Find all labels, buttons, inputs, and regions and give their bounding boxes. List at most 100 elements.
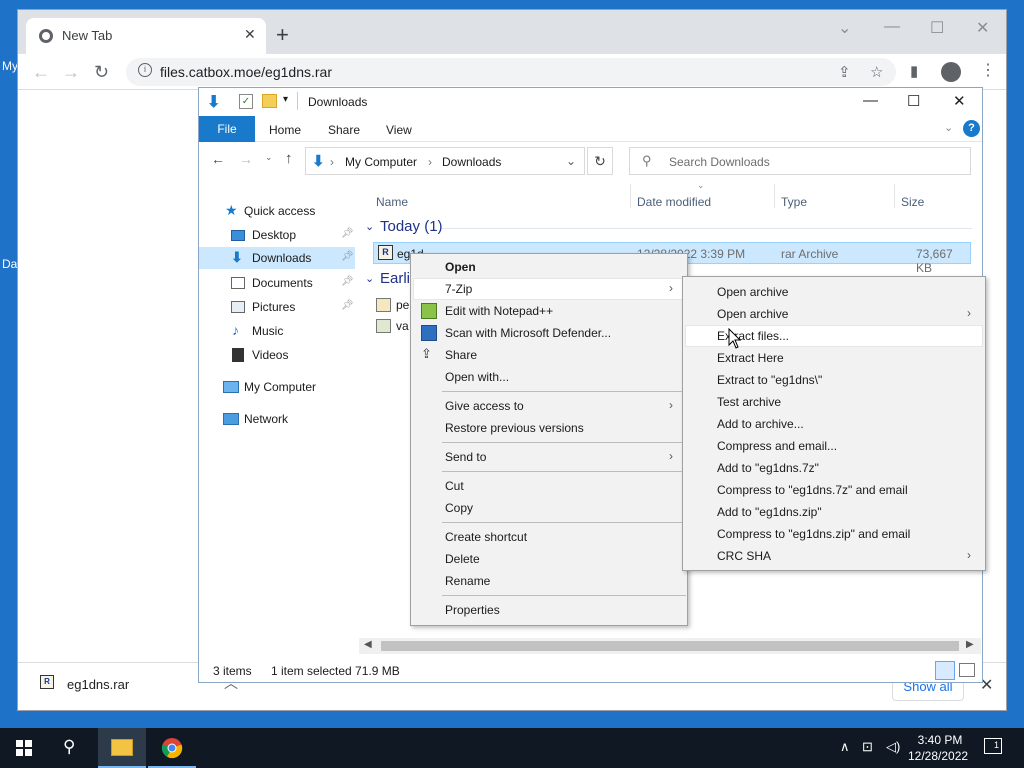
nav-videos[interactable]: Videos xyxy=(199,344,355,366)
large-icons-view-icon[interactable] xyxy=(959,663,975,677)
submenu-item-add-to-archive[interactable]: Add to archive... xyxy=(717,417,804,431)
nav-pictures[interactable]: Pictures 📌︎ xyxy=(199,296,355,318)
taskbar-file-explorer[interactable] xyxy=(98,728,146,768)
nav-desktop[interactable]: Desktop 📌︎ xyxy=(199,224,355,246)
tab-search-icon[interactable]: ⌄ xyxy=(838,18,851,38)
quick-access-dropdown-icon[interactable]: ▾ xyxy=(283,94,288,105)
menu-item-give-access[interactable]: Give access to xyxy=(445,399,524,413)
submenu-item-open-archive[interactable]: Open archive xyxy=(717,285,788,299)
menu-item-open[interactable]: Open xyxy=(445,260,476,274)
address-bar[interactable]: ⬇ › My Computer › Downloads ⌄ xyxy=(305,147,585,175)
scrollbar-thumb[interactable] xyxy=(381,641,959,651)
desktop-icon-label[interactable]: Da xyxy=(2,257,17,271)
submenu-item-compress-7z-email[interactable]: Compress to "eg1dns.7z" and email xyxy=(717,483,908,497)
menu-item-properties[interactable]: Properties xyxy=(445,603,500,617)
nav-network[interactable]: Network xyxy=(199,408,355,430)
pin-icon[interactable]: 📌︎ xyxy=(341,300,354,311)
column-header-name[interactable]: Name xyxy=(376,195,408,209)
expand-ribbon-icon[interactable]: ⌄ xyxy=(944,121,953,134)
collapse-group-icon[interactable]: ⌄ xyxy=(365,272,374,285)
side-panel-icon[interactable]: ▮ xyxy=(910,62,918,80)
menu-item-cut[interactable]: Cut xyxy=(445,479,464,493)
nav-documents[interactable]: Documents 📌︎ xyxy=(199,272,355,294)
menu-item-send-to[interactable]: Send to xyxy=(445,450,486,464)
group-header-today[interactable]: Today (1) xyxy=(380,218,443,235)
address-dropdown-icon[interactable]: ⌄ xyxy=(566,154,576,168)
submenu-item-extract-here[interactable]: Extract Here xyxy=(717,351,784,365)
help-icon[interactable]: ? xyxy=(963,120,980,137)
menu-item-open-with[interactable]: Open with... xyxy=(445,370,509,384)
search-icon[interactable]: ⚲ xyxy=(63,737,75,757)
windows-start-icon[interactable] xyxy=(16,740,32,756)
menu-item-create-shortcut[interactable]: Create shortcut xyxy=(445,530,527,544)
submenu-item-crc-sha[interactable]: CRC SHA xyxy=(717,549,771,563)
breadcrumb-separator-icon[interactable]: › xyxy=(330,155,334,169)
details-view-icon[interactable] xyxy=(935,661,955,680)
collapse-group-icon[interactable]: ⌄ xyxy=(365,220,374,233)
taskbar-chrome[interactable] xyxy=(148,728,196,768)
back-icon[interactable]: ← xyxy=(211,151,225,167)
folder-icon[interactable] xyxy=(262,94,277,108)
notification-icon[interactable]: 1 xyxy=(984,738,1002,754)
nav-downloads[interactable]: ⬇ Downloads 📌︎ xyxy=(199,247,355,269)
pin-icon[interactable]: 📌︎ xyxy=(341,276,354,287)
submenu-item-compress-zip-email[interactable]: Compress to "eg1dns.zip" and email xyxy=(717,527,910,541)
refresh-icon[interactable]: ↻ xyxy=(587,147,613,175)
pin-icon[interactable]: 📌︎ xyxy=(341,228,354,239)
menu-item-copy[interactable]: Copy xyxy=(445,501,473,515)
horizontal-scrollbar[interactable]: ◀ ▶ xyxy=(359,638,981,654)
scroll-right-icon[interactable]: ▶ xyxy=(966,639,974,650)
menu-item-scan-defender[interactable]: Scan with Microsoft Defender... xyxy=(445,326,611,340)
menu-item-restore-versions[interactable]: Restore previous versions xyxy=(445,421,584,435)
breadcrumb-separator-icon[interactable]: › xyxy=(428,155,432,169)
column-header-type[interactable]: Type xyxy=(781,195,807,209)
menu-item-rename[interactable]: Rename xyxy=(445,574,490,588)
nav-music[interactable]: ♪ Music xyxy=(199,320,355,342)
menu-item-7zip[interactable]: 7-Zip xyxy=(445,282,472,296)
reload-icon[interactable]: ↻ xyxy=(94,62,109,83)
up-icon[interactable]: ↑ xyxy=(285,150,293,167)
browser-tab[interactable]: New Tab ✕ xyxy=(26,18,266,54)
clock-date[interactable]: 12/28/2022 xyxy=(908,749,968,763)
pin-icon[interactable]: 📌︎ xyxy=(341,251,354,262)
network-icon[interactable]: ⊡ xyxy=(862,739,873,755)
close-window-icon[interactable]: ✕ xyxy=(953,92,966,110)
close-window-icon[interactable]: ✕ xyxy=(976,18,989,38)
menu-item-delete[interactable]: Delete xyxy=(445,552,480,566)
chevron-up-icon[interactable]: ∧ xyxy=(840,739,850,755)
desktop-icon-label[interactable]: My xyxy=(2,59,18,73)
minimize-icon[interactable]: — xyxy=(863,92,878,109)
close-download-bar-icon[interactable]: ✕ xyxy=(980,675,993,695)
column-header-date[interactable]: Date modified xyxy=(637,195,711,209)
more-menu-icon[interactable]: ⋮ xyxy=(980,60,996,80)
submenu-item-add-7z[interactable]: Add to "eg1dns.7z" xyxy=(717,461,819,475)
group-header-earlier[interactable]: Earli xyxy=(380,270,410,287)
column-header-size[interactable]: Size xyxy=(901,195,924,209)
column-divider[interactable] xyxy=(630,184,631,208)
submenu-item-open-archive-more[interactable]: Open archive xyxy=(717,307,788,321)
scroll-left-icon[interactable]: ◀ xyxy=(364,639,372,650)
forward-icon[interactable]: → xyxy=(239,151,253,167)
close-tab-icon[interactable]: ✕ xyxy=(244,26,256,43)
tab-share[interactable]: Share xyxy=(328,123,360,137)
nav-my-computer[interactable]: My Computer xyxy=(199,376,355,398)
clock-time[interactable]: 3:40 PM xyxy=(916,733,964,747)
tab-home[interactable]: Home xyxy=(269,123,301,137)
menu-item-share[interactable]: Share xyxy=(445,348,477,362)
back-icon[interactable]: ← xyxy=(32,62,50,83)
maximize-icon[interactable]: ☐ xyxy=(930,18,944,38)
minimize-icon[interactable]: — xyxy=(884,18,900,36)
column-divider[interactable] xyxy=(894,184,895,208)
maximize-icon[interactable]: ☐ xyxy=(907,92,920,110)
properties-check-icon[interactable]: ✓ xyxy=(239,94,253,109)
breadcrumb-downloads[interactable]: Downloads xyxy=(442,155,501,169)
submenu-item-compress-email[interactable]: Compress and email... xyxy=(717,439,837,453)
forward-icon[interactable]: → xyxy=(62,62,80,83)
menu-item-edit-notepad[interactable]: Edit with Notepad++ xyxy=(445,304,553,318)
share-icon[interactable]: ⇪ xyxy=(838,63,851,81)
recent-locations-icon[interactable]: ⌄ xyxy=(265,152,273,163)
submenu-item-test-archive[interactable]: Test archive xyxy=(717,395,781,409)
submenu-item-add-zip[interactable]: Add to "eg1dns.zip" xyxy=(717,505,822,519)
address-bar[interactable]: i files.catbox.moe/eg1dns.rar ⇪ ☆ xyxy=(126,58,896,86)
download-file-name[interactable]: eg1dns.rar xyxy=(67,677,129,692)
